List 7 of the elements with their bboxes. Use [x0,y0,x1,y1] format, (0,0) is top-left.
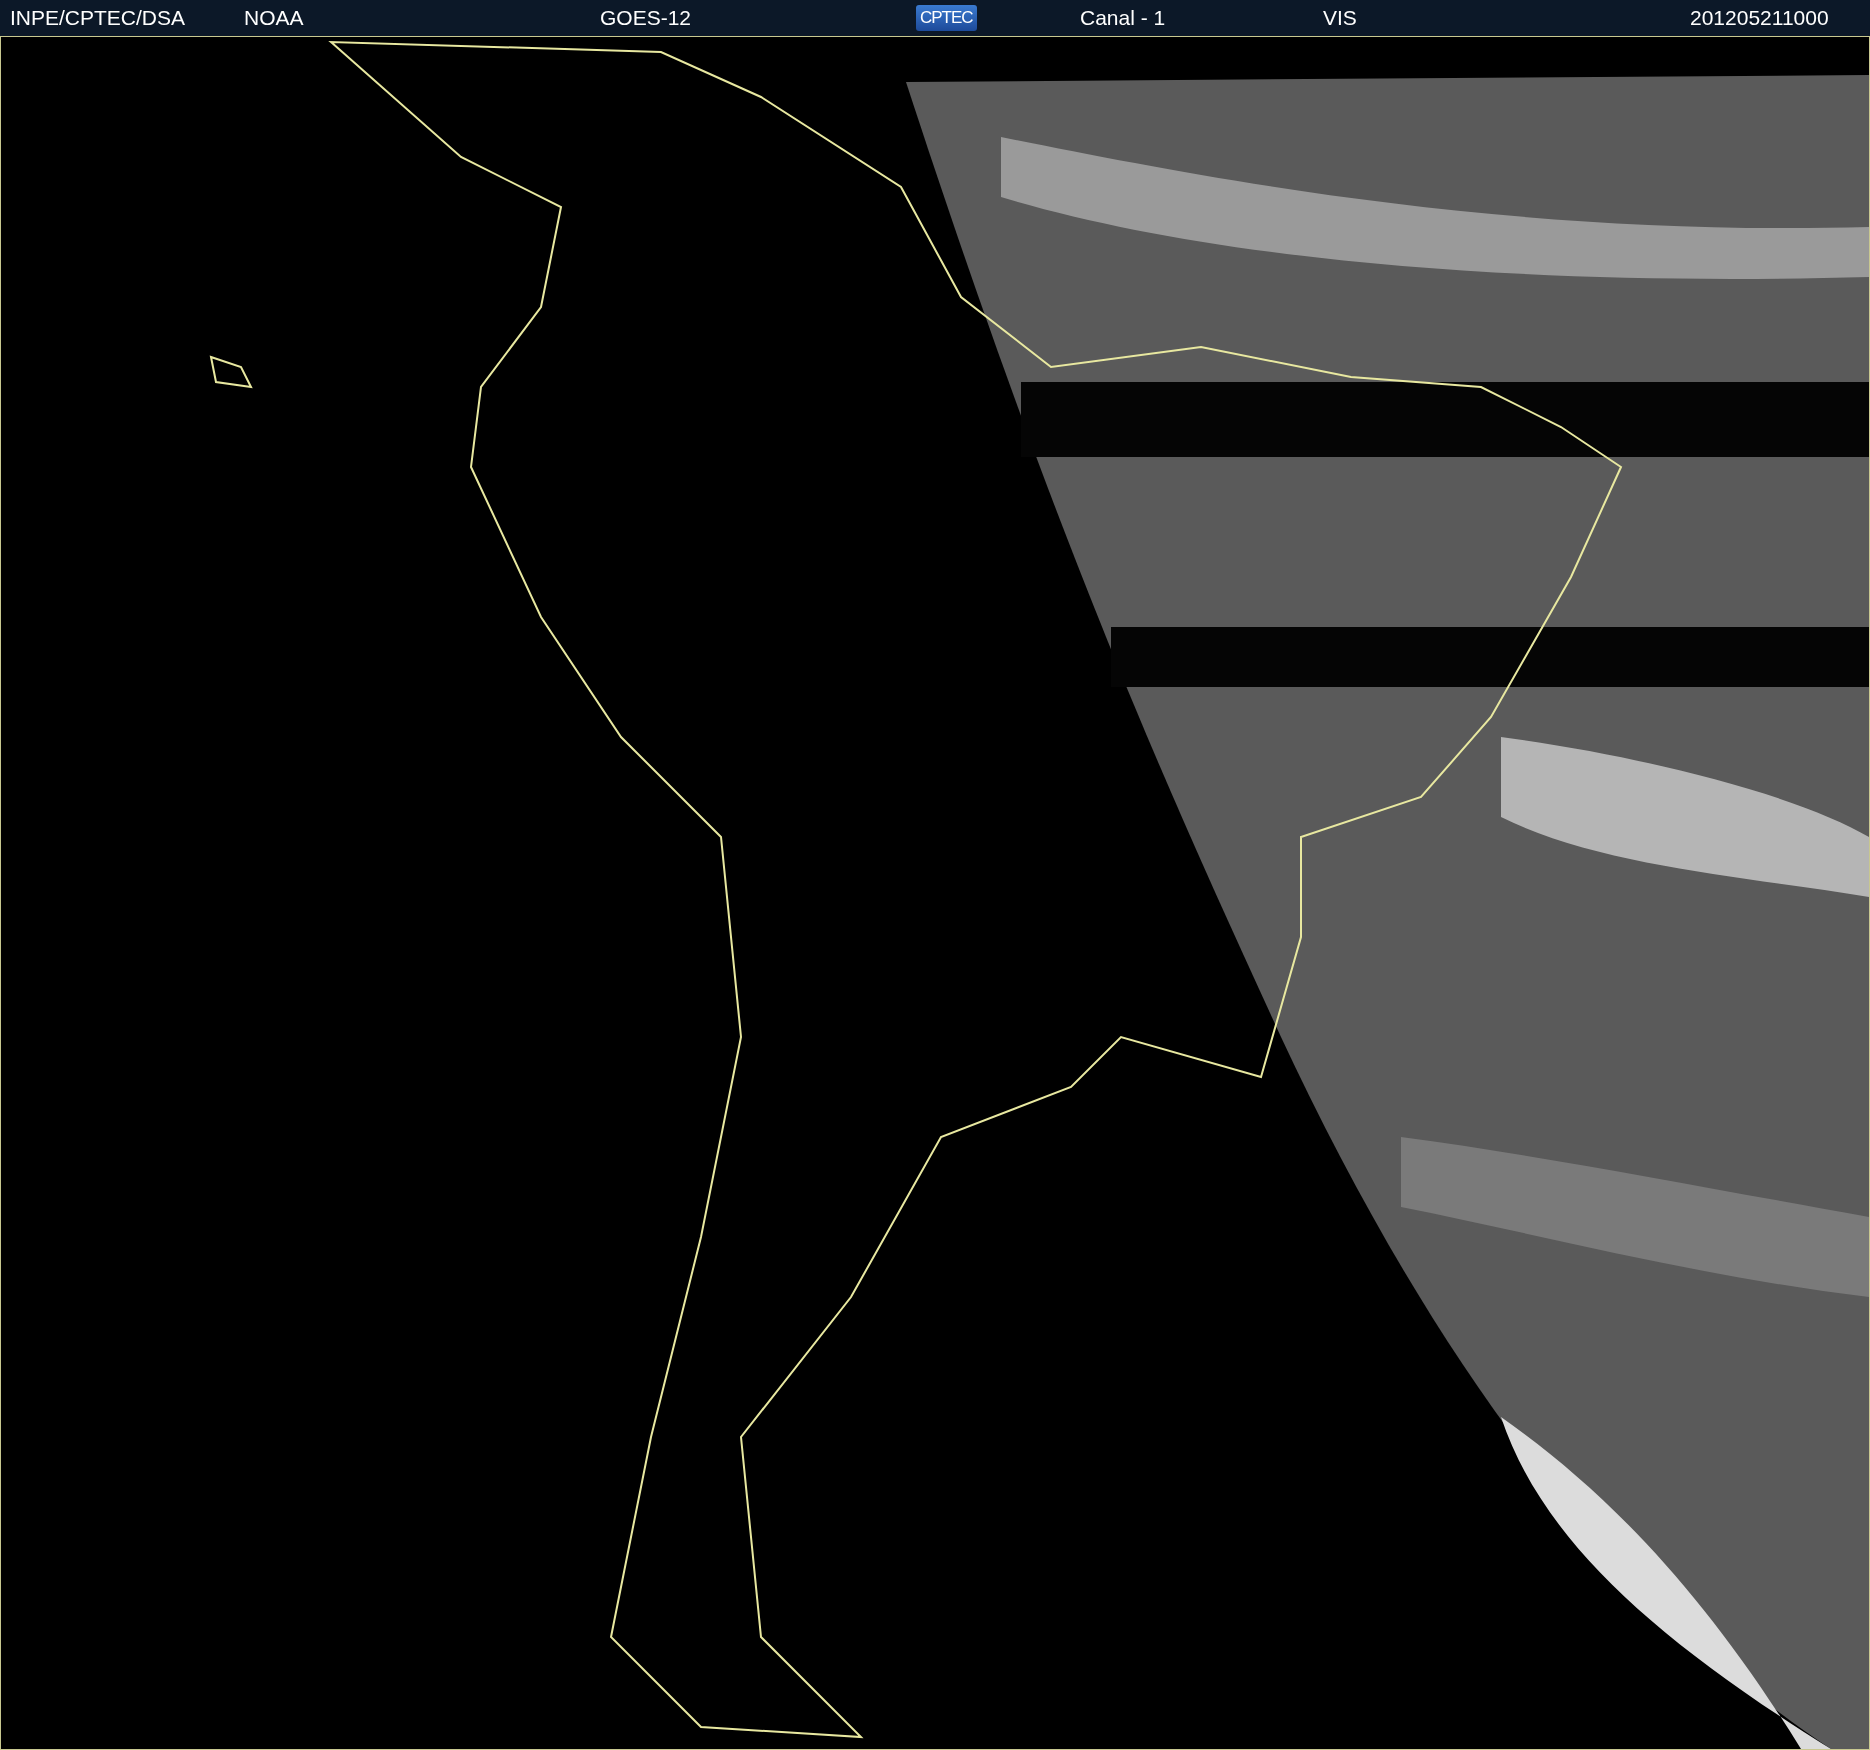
header-label: INPE/CPTEC/DSA [10,6,186,30]
header-label: VIS [1323,6,1357,30]
header-label: GOES-12 [600,6,692,30]
header-label: 201205211000 [1690,6,1829,30]
header-label: Canal - 1 [1080,6,1166,30]
header-label: NOAA [244,6,304,30]
logo: CPTEC [916,5,977,31]
